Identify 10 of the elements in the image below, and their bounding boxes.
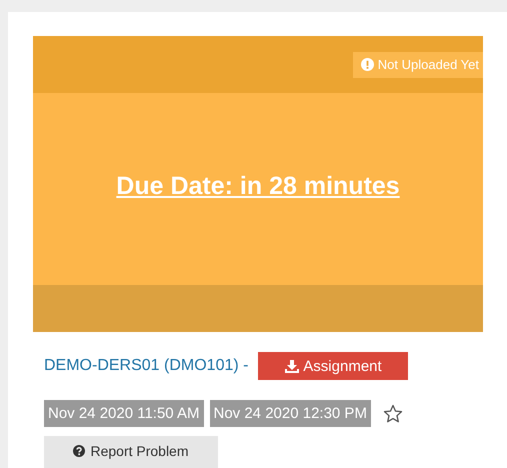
- date-label: Nov 24 2020 12:30 PM: [210, 400, 371, 427]
- star-icon[interactable]: [382, 404, 403, 424]
- status-label: Not Uploaded Yet: [378, 57, 479, 72]
- report-problem-button[interactable]: Report Problem: [44, 436, 218, 468]
- question-icon: [73, 445, 86, 457]
- exclamation-icon: [360, 58, 374, 71]
- date-label: Nov 24 2020 11:50 AM: [44, 400, 204, 427]
- download-icon: [285, 360, 300, 372]
- assignment-button[interactable]: Assignment: [258, 352, 408, 380]
- course-title-link[interactable]: DEMO-DERS01 (DMO101) -: [44, 357, 248, 375]
